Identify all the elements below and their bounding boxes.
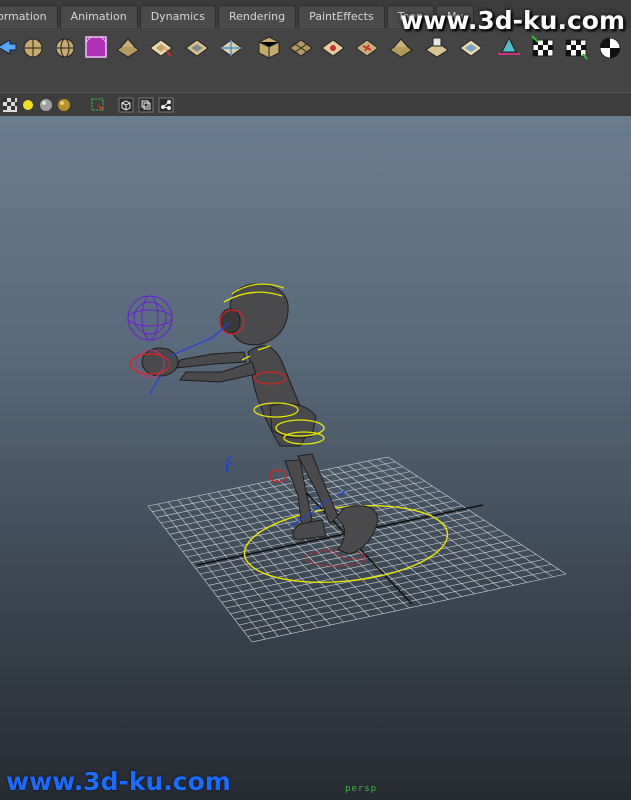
tab-rendering[interactable]: Rendering: [217, 5, 297, 28]
grid-line: [234, 554, 537, 620]
gold-sphere-icon[interactable]: [56, 97, 72, 113]
checker-shading-icon[interactable]: [2, 97, 18, 113]
scene-svg: [127, 283, 567, 643]
panel-toolbar: [0, 92, 631, 118]
split-plane-icon[interactable]: [218, 34, 244, 60]
xray-icon[interactable]: [138, 97, 154, 113]
grid-line: [221, 539, 515, 603]
paint-plane-icon[interactable]: [354, 34, 380, 60]
purple-cube-icon[interactable]: [83, 34, 109, 60]
cut-plane-icon[interactable]: [388, 34, 414, 60]
watermark-bottom: www.3d-ku.com: [6, 767, 231, 796]
tab-painteffects[interactable]: PaintEffects: [298, 5, 385, 28]
wireframe-cube-icon[interactable]: [118, 97, 134, 113]
checker-arrow-icon[interactable]: [563, 34, 589, 60]
sphere-wire-icon[interactable]: [52, 34, 78, 60]
perspective-viewport[interactable]: persp: [0, 116, 631, 800]
camera-label: persp: [345, 784, 378, 794]
grid-line: [317, 471, 475, 595]
sphere-light-icon[interactable]: [20, 34, 46, 60]
yellow-light-icon[interactable]: [20, 97, 36, 113]
merge-plane-icon[interactable]: [458, 34, 484, 60]
grid-line: [199, 515, 478, 575]
grid-line: [243, 563, 552, 631]
grey-sphere-icon[interactable]: [38, 97, 54, 113]
tab-animation[interactable]: Animation: [59, 5, 138, 28]
grid-line: [230, 549, 529, 614]
checker-sphere-icon[interactable]: [597, 34, 623, 60]
graph-icon[interactable]: [158, 97, 174, 113]
cube-icon[interactable]: [256, 34, 282, 60]
toolbar-spacer: [0, 66, 631, 92]
extrude-plane-icon[interactable]: [424, 34, 450, 60]
uv-plane-icon[interactable]: [184, 34, 210, 60]
checker-icon[interactable]: [530, 34, 556, 60]
bevel-plane-icon[interactable]: [320, 34, 346, 60]
poly-plane-icon[interactable]: [115, 34, 141, 60]
watermark-top: www.3d-ku.com: [400, 6, 625, 35]
cone-light-icon[interactable]: [496, 34, 522, 60]
tab-dynamics[interactable]: Dynamics: [139, 5, 216, 28]
isolate-select-icon[interactable]: [90, 97, 106, 113]
tab-deformation[interactable]: ormation: [0, 5, 58, 28]
select-plane-icon[interactable]: [148, 34, 174, 60]
arrow-icon[interactable]: [0, 34, 20, 60]
subdiv-plane-icon[interactable]: [288, 34, 314, 60]
grid-line: [247, 568, 559, 637]
foot-control-red[interactable]: [305, 549, 367, 567]
